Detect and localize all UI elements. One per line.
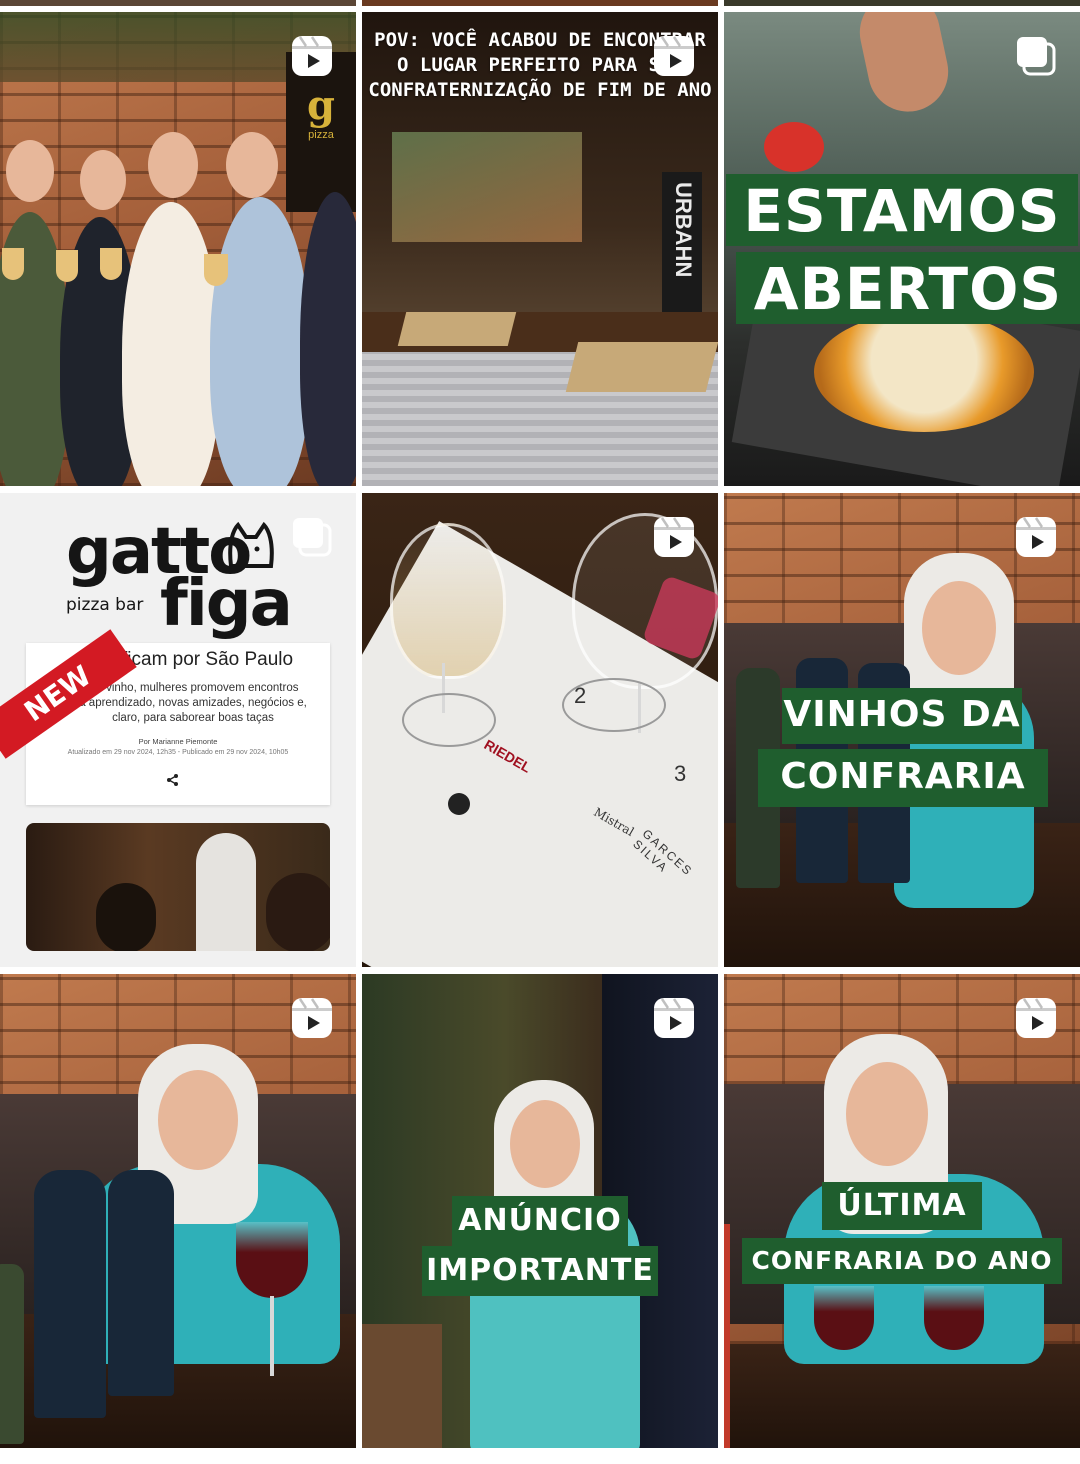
wine-glass — [390, 523, 506, 679]
reels-icon — [292, 998, 332, 1038]
placemat — [397, 312, 517, 346]
wine-glass — [814, 1286, 874, 1350]
person — [196, 833, 256, 951]
profile-post-grid: g pizza URBAHN POV: VOCÊ ACABOU DE ENCON… — [0, 0, 1080, 1464]
caption-line: CONFRATERNIZAÇÃO DE FIM DE ANO — [368, 79, 712, 101]
mat-number: 2 — [574, 683, 587, 708]
reels-icon — [654, 517, 694, 557]
wine-glass — [100, 248, 122, 280]
reels-icon — [1016, 998, 1056, 1038]
banner-line: ABERTOS — [736, 252, 1080, 324]
person — [266, 873, 330, 951]
post-wine-glasses[interactable]: 2 3 RIEDEL Mistral GARCES SILVA — [362, 493, 718, 967]
post-ultima-confraria[interactable]: ÚLTIMA CONFRARIA DO ANO — [724, 974, 1080, 1448]
person-head — [6, 140, 54, 202]
previous-row-post[interactable] — [0, 0, 356, 6]
glass-ring — [402, 693, 496, 747]
person-head — [158, 1070, 238, 1170]
carousel-icon — [1017, 37, 1056, 76]
banner-line: ÚLTIMA — [822, 1182, 982, 1230]
banner-line: VINHOS DA — [782, 688, 1022, 744]
body-line: claro, para saborear boas taças — [112, 712, 274, 724]
article-headline: ficam por São Paulo — [122, 649, 294, 670]
wine-glass — [204, 254, 228, 286]
share-icon — [167, 774, 178, 786]
reels-icon — [654, 36, 694, 76]
post-vinhos-confraria[interactable]: VINHOS DA CONFRARIA — [724, 493, 1080, 967]
post-article[interactable]: gatto figa pizza bar ficam por São Paulo… — [0, 493, 356, 967]
person-head — [226, 132, 278, 198]
reels-icon — [292, 36, 332, 76]
logo-sub: pizza — [308, 129, 334, 141]
carousel-icon — [293, 518, 332, 557]
grid-bottom-edge — [0, 1455, 1080, 1464]
person-head — [80, 150, 126, 210]
wine-bottle — [0, 1264, 24, 1444]
post-anuncio[interactable]: ANÚNCIO IMPORTANTE — [362, 974, 718, 1448]
person — [96, 883, 156, 951]
mat-logo — [448, 793, 470, 815]
post-bottles[interactable] — [0, 974, 356, 1448]
person-head — [510, 1100, 580, 1188]
logo-figa: figa — [160, 567, 293, 641]
logo-mark: g — [307, 82, 335, 129]
sign-text: URBAHN — [671, 182, 696, 278]
placemat — [565, 342, 718, 392]
person — [122, 202, 220, 486]
reels-icon — [1016, 517, 1056, 557]
wine-bottle — [34, 1170, 106, 1418]
body-line: a aprendizado, novas amizades, negócios … — [79, 697, 307, 709]
flower — [764, 122, 824, 172]
banner-line: CONFRARIA DO ANO — [742, 1238, 1062, 1284]
wine-glass — [924, 1286, 984, 1350]
post-pov-bar[interactable]: URBAHN POV: VOCÊ ACABOU DE ENCONTRAR O L… — [362, 12, 718, 486]
article-photo — [26, 823, 330, 951]
person — [210, 197, 310, 486]
person-head — [846, 1062, 928, 1166]
wine-glass — [2, 248, 24, 280]
wine-glass — [236, 1222, 308, 1298]
person-head — [148, 132, 198, 198]
banner-line: CONFRARIA — [758, 749, 1048, 807]
mat-number: 3 — [674, 761, 687, 786]
person-head — [922, 581, 996, 675]
banner-line: ANÚNCIO — [452, 1196, 628, 1246]
dish — [814, 312, 1034, 432]
reels-icon — [654, 998, 694, 1038]
window-view — [392, 132, 582, 242]
logo-sub: pizza bar — [66, 595, 144, 615]
wine-glass — [56, 250, 78, 282]
cat-icon — [228, 521, 274, 568]
article-byline: Por Marianne Piemonte — [138, 737, 218, 746]
article-dates: Atualizado em 29 nov 2024, 12h35 - Publi… — [67, 749, 289, 756]
post-women-toast[interactable]: g pizza — [0, 12, 356, 486]
banner-line: ESTAMOS — [726, 174, 1078, 246]
furniture — [362, 1324, 442, 1448]
wine-bottle — [108, 1170, 174, 1396]
banner-line: IMPORTANTE — [422, 1246, 658, 1296]
previous-row-post[interactable] — [724, 0, 1080, 6]
previous-row-post[interactable] — [362, 0, 718, 6]
post-estamos-abertos[interactable]: ESTAMOS ABERTOS — [724, 12, 1080, 486]
edge-accent — [724, 1224, 730, 1448]
glass-stem — [270, 1296, 274, 1376]
